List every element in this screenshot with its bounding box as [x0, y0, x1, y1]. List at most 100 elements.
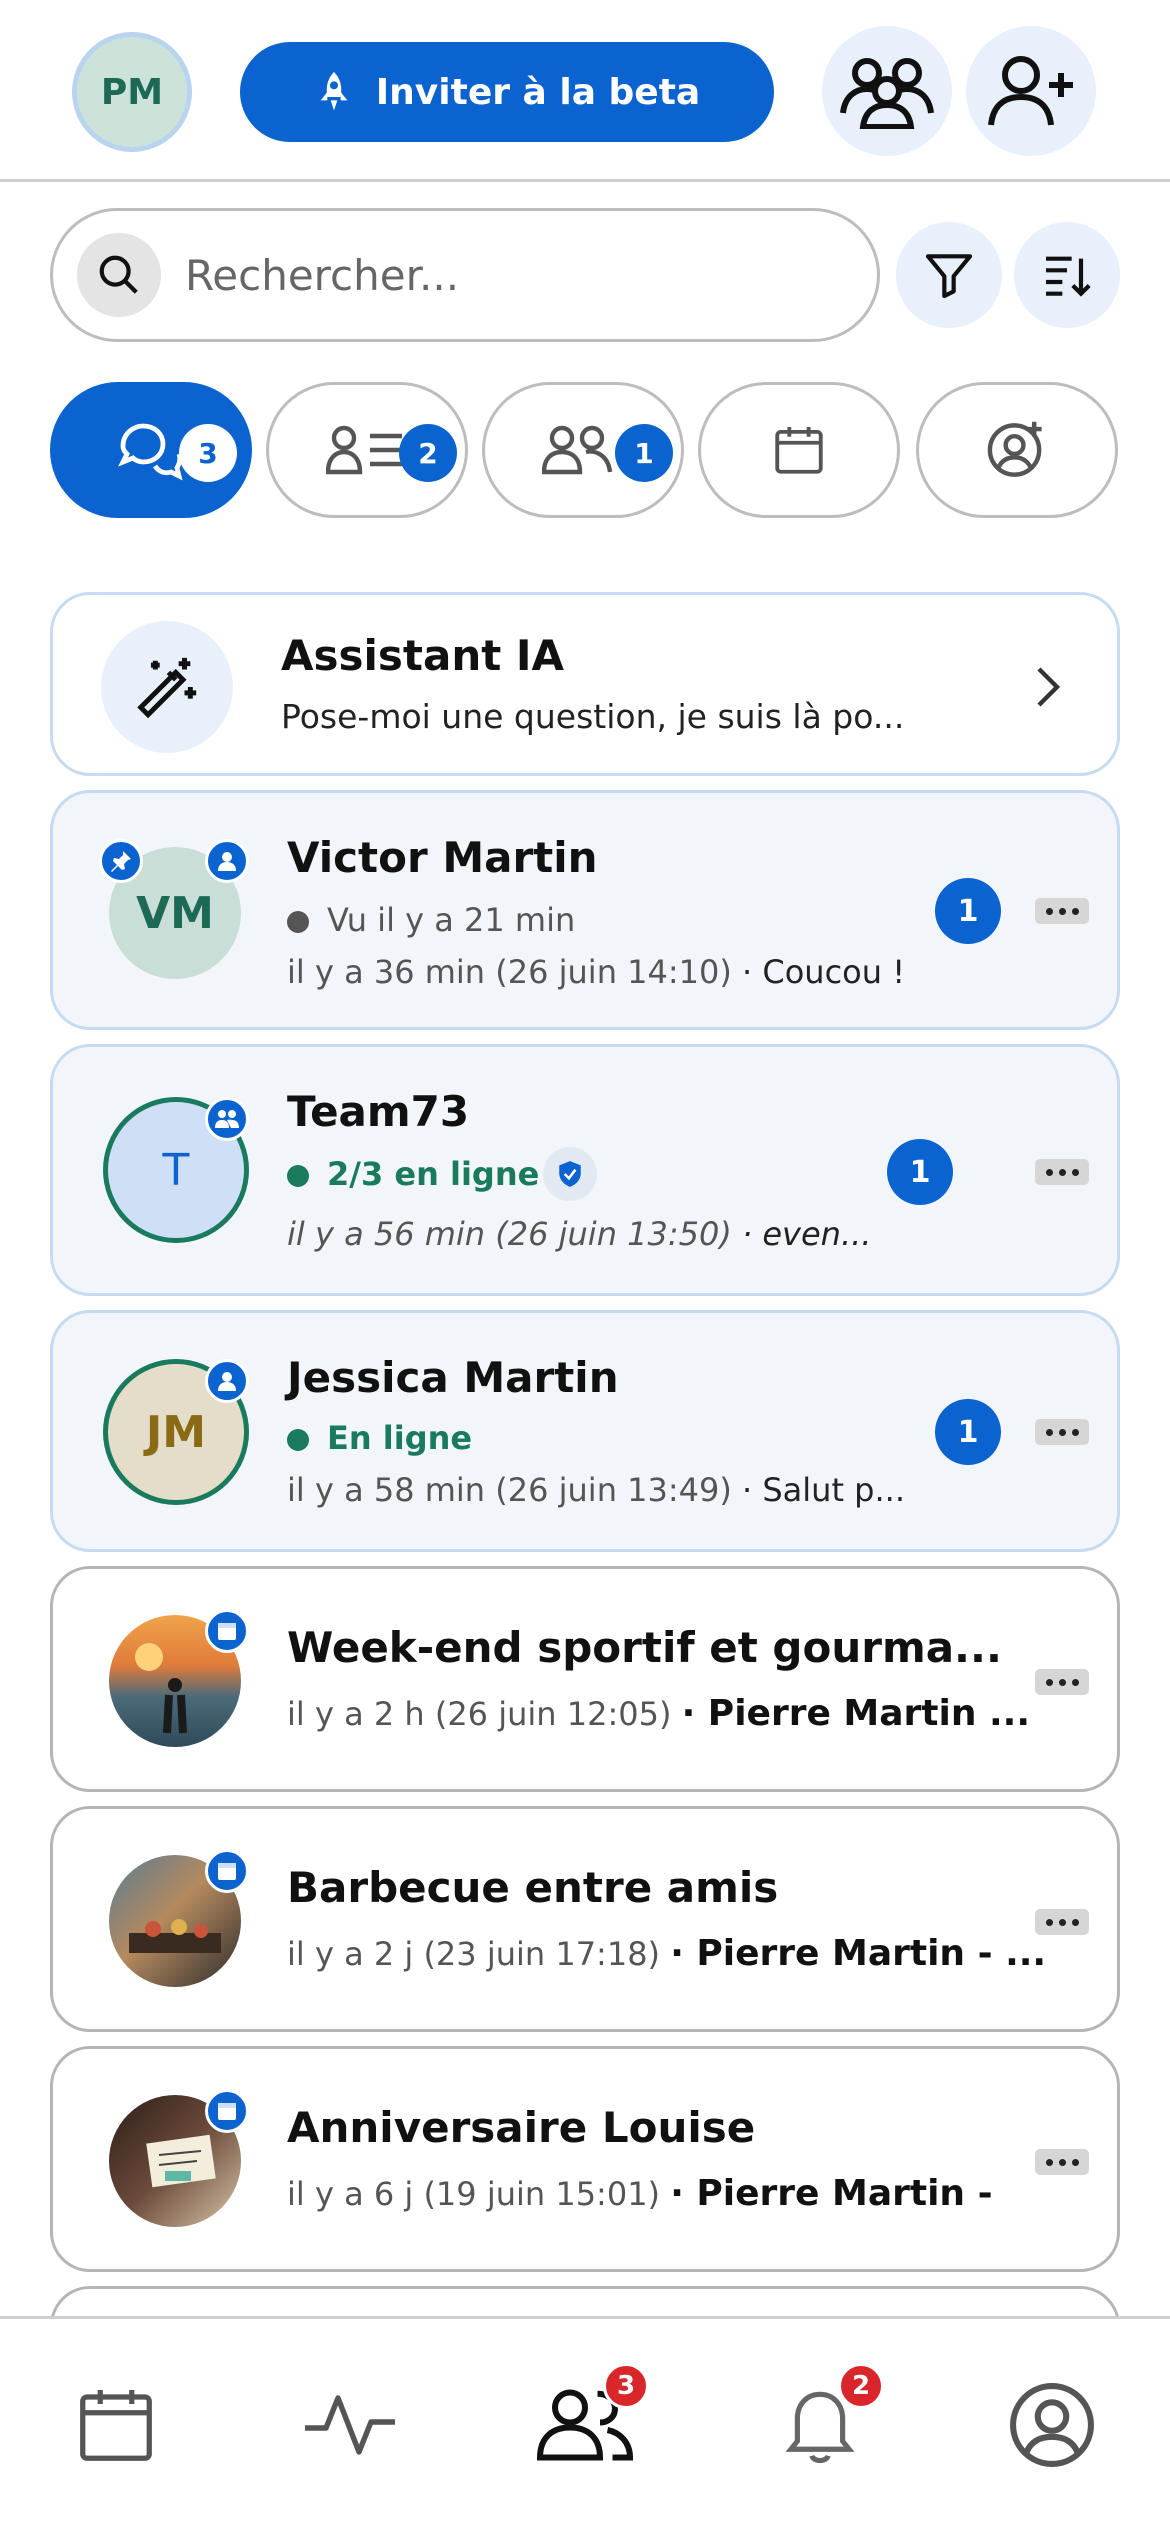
pin-badge [99, 839, 143, 883]
conversation-name: Team73 [287, 1087, 470, 1136]
assistant-ia-card[interactable]: Assistant IA Pose-moi une question, je s… [50, 592, 1120, 776]
nav-notifications[interactable]: 2 [770, 2363, 884, 2475]
last-message-preview: · even... [742, 1215, 872, 1253]
calendar-icon [218, 2103, 236, 2120]
shield-icon [559, 1161, 581, 1187]
event-item[interactable]: Anniversaire Louise il y a 6 j (19 juin … [50, 2046, 1120, 2272]
nav-profile[interactable] [1002, 2375, 1102, 2475]
profile-icon [1010, 2383, 1094, 2467]
more-options-button[interactable] [1035, 1159, 1089, 1185]
conversation-name: Jessica Martin [287, 1353, 619, 1402]
invite-beta-button[interactable]: Inviter à la beta [240, 42, 774, 142]
unread-badge: 1 [887, 1139, 953, 1205]
status-text: 2/3 en ligne [327, 1155, 540, 1193]
last-message-time: il y a 56 min (26 juin 13:50) [287, 1215, 732, 1253]
my-avatar[interactable]: PM [72, 32, 192, 152]
status-text: En ligne [327, 1419, 473, 1457]
pin-icon [111, 851, 131, 872]
event-preview: · Pierre Martin - ... [670, 1933, 1047, 1974]
more-options-button[interactable] [1035, 1669, 1089, 1695]
more-options-button[interactable] [1035, 2149, 1089, 2175]
search-icon-button[interactable] [77, 233, 161, 317]
nav-activity[interactable] [300, 2375, 400, 2475]
calendar-icon [218, 1623, 236, 1640]
conversation-meta: il y a 36 min (26 juin 14:10) · Coucou ! [287, 953, 905, 991]
sort-button[interactable] [1014, 222, 1120, 328]
group-badge [205, 1097, 249, 1141]
groups-icon [542, 425, 613, 475]
event-preview: · Pierre Martin - [670, 2173, 993, 2214]
group-icon [215, 1110, 239, 1128]
nav-contacts[interactable]: 3 [535, 2363, 649, 2475]
event-item[interactable]: Week-end sportif et gourma... il y a 2 h… [50, 1566, 1120, 1792]
conversation-name: Victor Martin [287, 833, 598, 882]
nav-calendar[interactable] [66, 2375, 166, 2475]
notifications-badge: 2 [838, 2363, 884, 2409]
conversation-item[interactable]: T Team73 2/3 en ligne il y a 56 min (26 … [50, 1044, 1120, 1296]
status-text: Vu il y a 21 min [327, 901, 576, 939]
avatar-initials: VM [136, 887, 214, 939]
tab-groups-badge: 1 [615, 424, 673, 482]
calendar-badge [205, 2089, 249, 2133]
verified-badge [543, 1147, 597, 1201]
status-dot [287, 911, 309, 933]
bottom-navigation: 3 2 [0, 2316, 1170, 2532]
tab-groups[interactable]: 1 [482, 382, 684, 518]
add-user-icon [988, 56, 1073, 126]
event-title: Barbecue entre amis [287, 1863, 779, 1912]
conversation-status: 2/3 en ligne [287, 1155, 539, 1193]
last-message-time: il y a 36 min (26 juin 14:10) [287, 953, 732, 991]
more-options-button[interactable] [1035, 1909, 1089, 1935]
tab-contacts[interactable]: 2 [266, 382, 468, 518]
avatar-initials: JM [145, 1406, 207, 1458]
person-icon [218, 1372, 236, 1391]
contact-list-icon [326, 425, 402, 475]
event-meta: il y a 2 j (23 juin 17:18) · Pierre Mart… [287, 1933, 1046, 1974]
event-item[interactable]: Barbecue entre amis il y a 2 j (23 juin … [50, 1806, 1120, 2032]
conversation-meta: il y a 58 min (26 juin 13:49) · Salut p.… [287, 1471, 905, 1509]
more-options-button[interactable] [1035, 1419, 1089, 1445]
last-message-preview: · Salut p... [742, 1471, 905, 1509]
sort-icon [1046, 256, 1091, 297]
activity-icon [305, 2395, 395, 2455]
more-options-button[interactable] [1035, 898, 1089, 924]
event-preview: · Pierre Martin ... [681, 1693, 1031, 1734]
conversation-item[interactable]: VM Victor Martin Vu il y a 21 min il y a… [50, 790, 1120, 1030]
assistant-title: Assistant IA [281, 631, 565, 680]
calendar-badge [205, 1849, 249, 1893]
calendar-badge [205, 1609, 249, 1653]
rocket-icon [320, 72, 348, 111]
calendar-icon [80, 2390, 152, 2461]
conversation-meta: il y a 56 min (26 juin 13:50) · even... [287, 1215, 871, 1253]
calendar-icon [218, 1863, 236, 1880]
group-icon [840, 58, 934, 129]
add-user-button[interactable] [966, 26, 1096, 156]
search-bar[interactable] [50, 208, 880, 342]
assistant-subtitle: Pose-moi une question, je suis là po... [281, 697, 905, 736]
tab-chats[interactable]: 3 [50, 382, 252, 518]
last-message-time: il y a 58 min (26 juin 13:49) [287, 1471, 732, 1509]
unread-badge: 1 [935, 878, 1001, 944]
invite-beta-label: Inviter à la beta [375, 71, 701, 113]
event-title: Week-end sportif et gourma... [287, 1623, 1002, 1672]
tab-add-contact[interactable] [916, 382, 1118, 518]
conversation-status: En ligne [287, 1419, 472, 1457]
filter-icon [925, 254, 973, 299]
event-time: il y a 2 j (23 juin 17:18) [287, 1935, 661, 1973]
chats-icon [118, 423, 183, 481]
tab-events[interactable] [698, 382, 900, 518]
top-bar: PM Inviter à la beta [0, 0, 1170, 182]
status-dot [287, 1429, 309, 1451]
person-icon [218, 852, 236, 871]
event-time: il y a 2 h (26 juin 12:05) [287, 1695, 672, 1733]
groups-button[interactable] [822, 26, 952, 156]
search-input[interactable] [185, 250, 785, 300]
magic-wand-icon [137, 657, 197, 719]
filter-button[interactable] [896, 222, 1002, 328]
status-dot [287, 1165, 309, 1187]
avatar-initials: T [162, 1144, 190, 1196]
event-meta: il y a 6 j (19 juin 15:01) · Pierre Mart… [287, 2173, 993, 2214]
add-contact-icon [987, 421, 1042, 477]
conversation-status: Vu il y a 21 min [287, 901, 575, 939]
conversation-item[interactable]: JM Jessica Martin En ligne il y a 58 min… [50, 1310, 1120, 1552]
